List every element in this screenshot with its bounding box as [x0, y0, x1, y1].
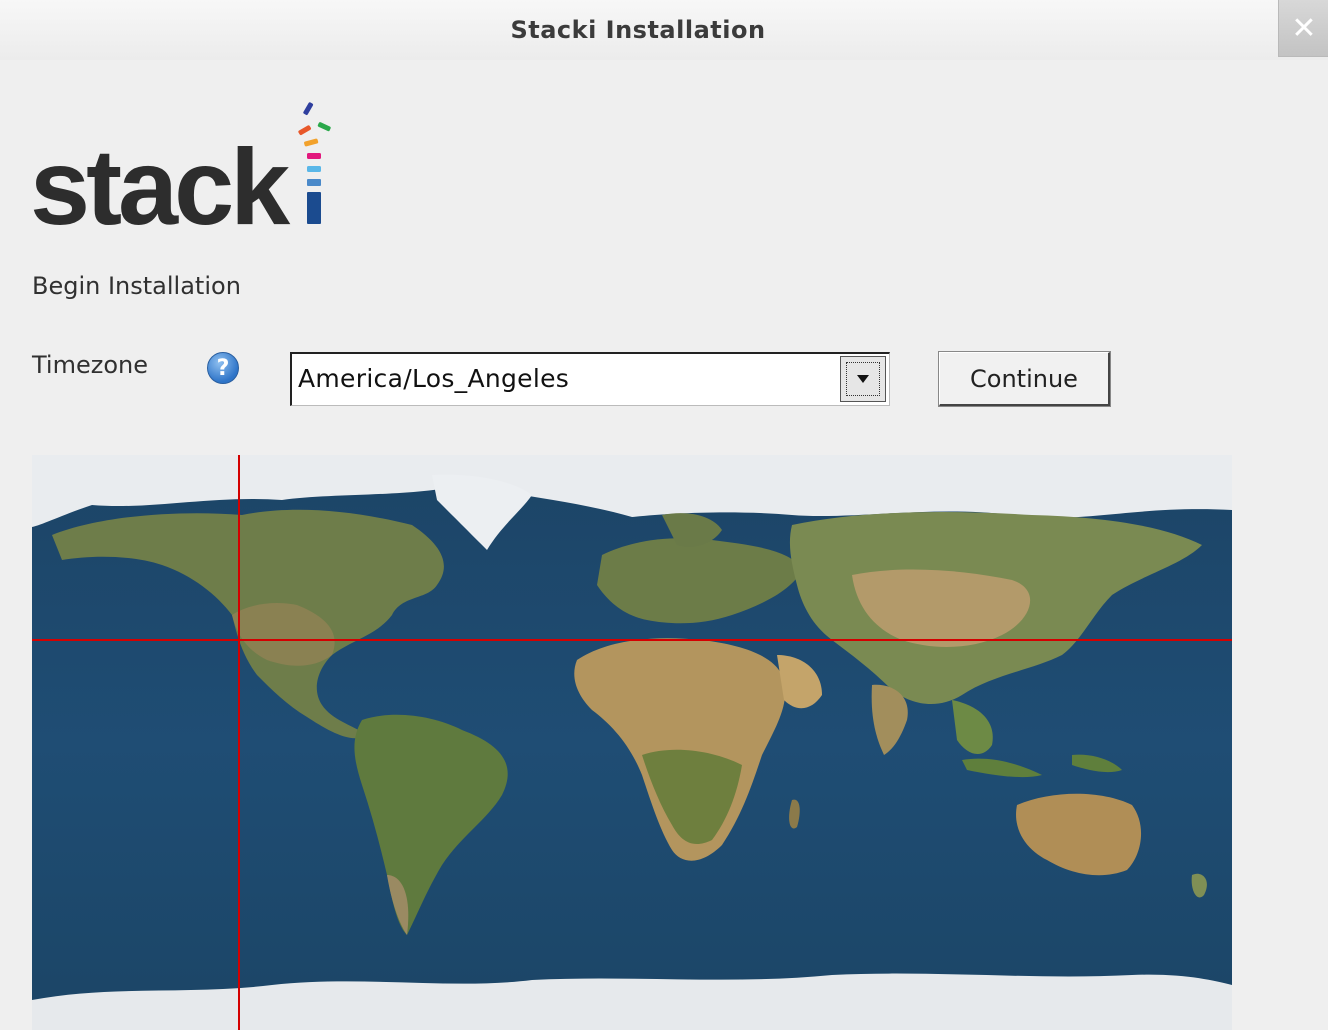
continue-button[interactable]: Continue [938, 351, 1111, 407]
logo-wordmark: stack [30, 126, 291, 230]
help-icon[interactable]: ? [207, 352, 239, 384]
help-glyph: ? [216, 355, 230, 381]
close-icon: ✕ [1291, 10, 1317, 46]
stacki-logo: stack [30, 98, 340, 247]
section-title: Begin Installation [32, 272, 241, 300]
chevron-down-icon [857, 375, 869, 383]
window-titlebar: Stacki Installation ✕ [0, 0, 1328, 60]
world-map[interactable] [32, 455, 1232, 1030]
timezone-combobox[interactable]: America/Los_Angeles [290, 352, 890, 406]
timezone-label: Timezone [32, 351, 148, 379]
timezone-dropdown-button[interactable] [840, 356, 886, 402]
window-title: Stacki Installation [510, 16, 766, 44]
timezone-value[interactable]: America/Los_Angeles [298, 364, 569, 393]
close-button[interactable]: ✕ [1278, 0, 1328, 57]
